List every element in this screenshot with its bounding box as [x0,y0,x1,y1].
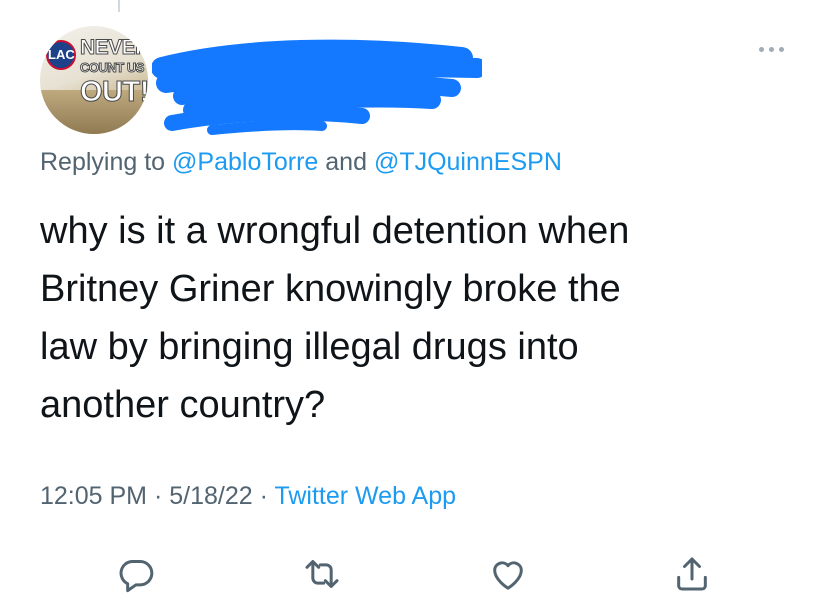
thread-connector-line [118,0,120,12]
tweet-text-line: why is it a wrongful detention when [40,210,630,252]
tweet-metadata: 12:05 PM · 5/18/22 · Twitter Web App [40,482,456,511]
clippers-logo-icon: LAC [46,40,76,70]
avatar-caption-line1: NEVER [80,36,148,60]
replying-conjunction: and [325,148,367,176]
tweet-text-line: law by bringing illegal drugs into [40,326,579,368]
tweet-source-link[interactable]: Twitter Web App [274,482,456,510]
share-icon [677,557,707,591]
tweet-text: why is it a wrongful detention when Brit… [40,202,800,434]
replying-to-line: Replying to @PabloTorre and @TJQuinnESPN [40,148,562,177]
like-button[interactable] [484,550,532,598]
like-icon [493,561,523,590]
redacted-username-scribble [152,39,482,135]
meta-separator: · [259,482,268,510]
tweet-text-line: Britney Griner knowingly broke the [40,268,621,310]
retweet-button[interactable] [298,550,346,598]
retweet-icon [305,560,339,588]
share-button[interactable] [668,550,716,598]
meta-separator: · [153,482,163,510]
tweet-text-line: another country? [40,384,326,426]
tweet-action-bar [0,550,828,600]
avatar[interactable]: LAC NEVER COUNT US OUT! [40,26,148,134]
more-options-icon[interactable] [753,43,789,55]
mention-link-tjquinnespn[interactable]: @TJQuinnESPN [374,148,562,176]
replying-prefix: Replying to [40,148,166,176]
avatar-caption-line2: COUNT US [80,60,145,76]
tweet-time[interactable]: 12:05 PM [40,482,147,510]
reply-button[interactable] [112,550,160,598]
avatar-caption-line3: OUT! [80,76,148,109]
tweet-date[interactable]: 5/18/22 [169,482,252,510]
mention-link-pablotorre[interactable]: @PabloTorre [172,148,318,176]
reply-icon [119,560,154,593]
